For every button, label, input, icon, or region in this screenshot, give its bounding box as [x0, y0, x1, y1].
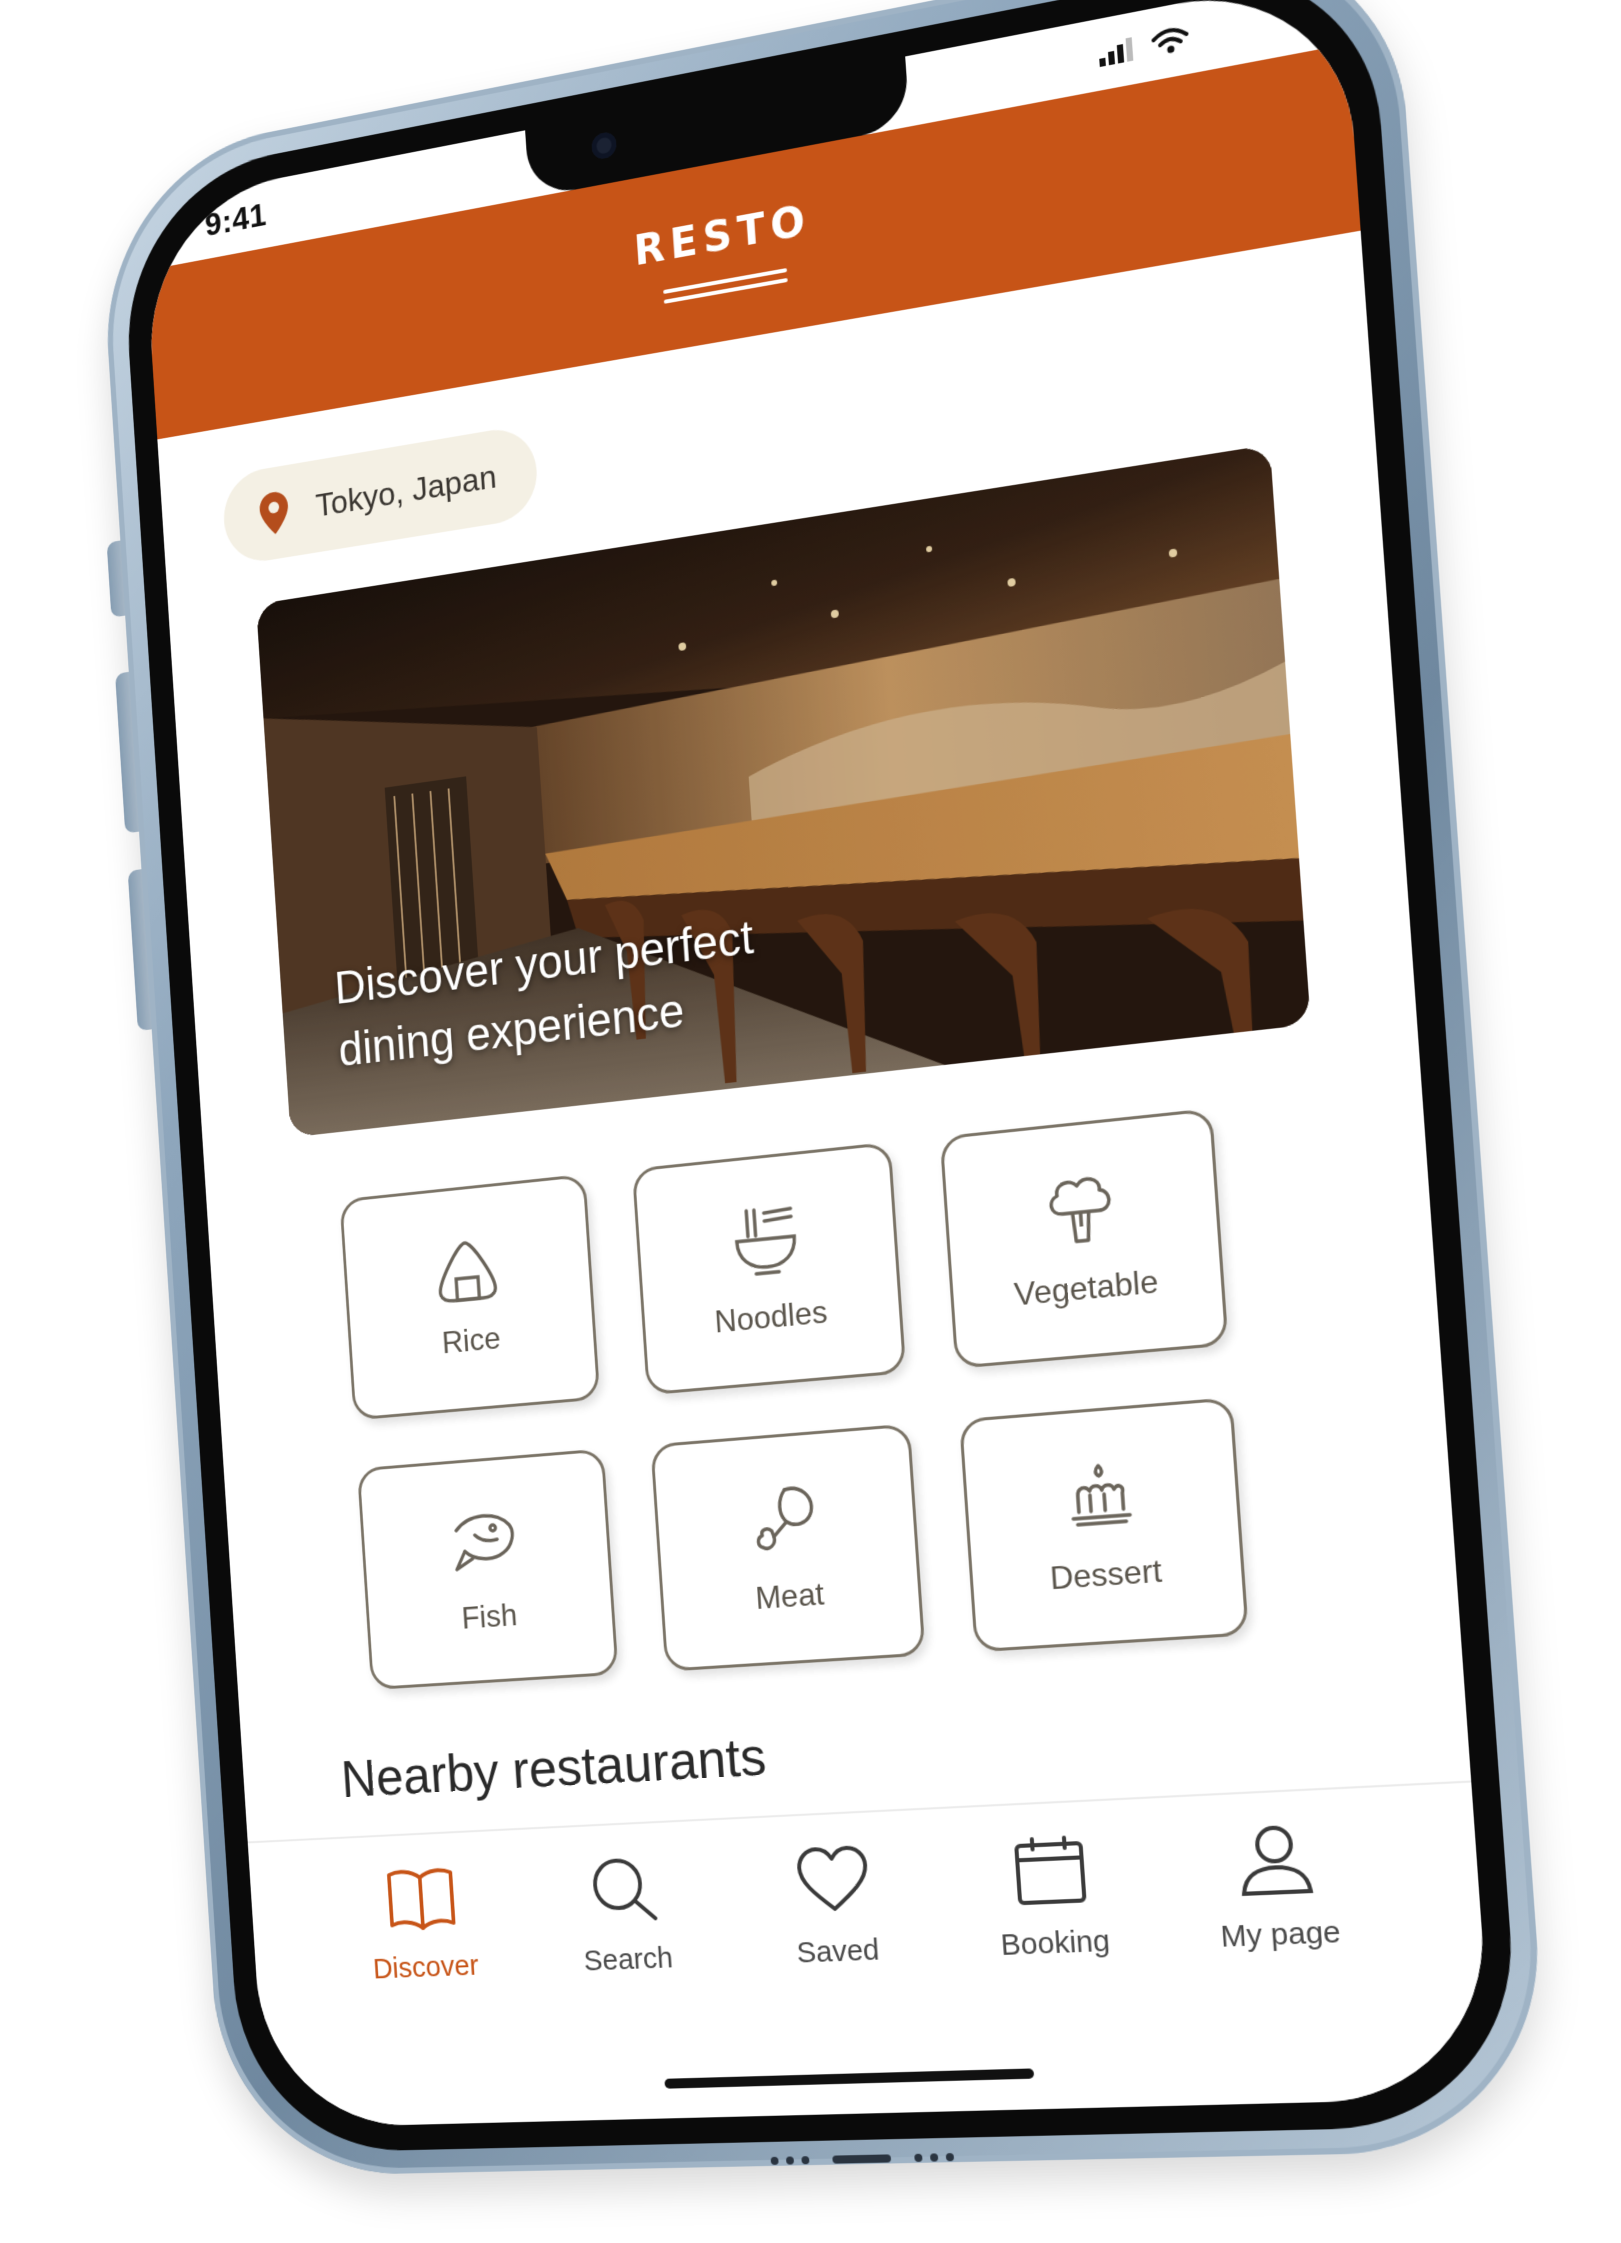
category-label: Meat: [754, 1574, 826, 1616]
search-icon: [586, 1853, 662, 1925]
wifi-icon: [1151, 24, 1190, 54]
tab-label: Discover: [372, 1949, 480, 1986]
category-vegetable[interactable]: Vegetable: [939, 1108, 1229, 1369]
tab-discover[interactable]: Discover: [338, 1860, 518, 2126]
location-pin-icon: [258, 489, 290, 537]
heart-icon: [794, 1843, 872, 1917]
open-book-icon: [383, 1862, 460, 1933]
nearby-restaurants-heading: Nearby restaurants: [339, 1726, 768, 1809]
user-icon: [1233, 1822, 1317, 1898]
rice-ball-icon: [432, 1235, 502, 1303]
phone-mockup: 9:41 RESTO Tokyo, Japan Discover your pe…: [44, 0, 1621, 2226]
location-selector[interactable]: Tokyo, Japan: [221, 423, 540, 567]
category-label: Noodles: [713, 1292, 829, 1340]
status-time: 9:41: [203, 195, 268, 244]
category-label: Rice: [440, 1319, 502, 1360]
hero-banner[interactable]: Discover your perfect dining experience: [256, 444, 1311, 1138]
front-camera: [591, 130, 618, 161]
phone-screen: 9:41 RESTO Tokyo, Japan Discover your pe…: [142, 0, 1494, 2129]
status-icons: [1098, 24, 1190, 68]
calendar-icon: [1010, 1833, 1091, 1908]
category-noodles[interactable]: Noodles: [631, 1141, 907, 1396]
tab-label: Booking: [999, 1924, 1112, 1963]
tab-label: Saved: [795, 1933, 881, 1970]
category-label: Fish: [460, 1596, 519, 1636]
category-rice[interactable]: Rice: [339, 1173, 601, 1421]
tab-booking[interactable]: Booking: [958, 1830, 1158, 2111]
tab-my-page[interactable]: My page: [1180, 1819, 1387, 2105]
location-label: Tokyo, Japan: [314, 457, 498, 524]
category-label: Dessert: [1048, 1551, 1163, 1596]
cake-icon: [1061, 1456, 1139, 1535]
title-underline: [663, 262, 788, 304]
broccoli-icon: [1042, 1169, 1120, 1250]
category-fish[interactable]: Fish: [356, 1448, 619, 1691]
category-grid: Rice Noodles Vegetable Fish Meat Dessert: [339, 1103, 1301, 1691]
category-label: Vegetable: [1012, 1262, 1160, 1313]
category-meat[interactable]: Meat: [650, 1423, 926, 1672]
fish-icon: [449, 1504, 519, 1579]
stage: 9:41 RESTO Tokyo, Japan Discover your pe…: [0, 0, 1621, 2243]
tab-label: Search: [582, 1941, 674, 1978]
signal-icon: [1099, 37, 1134, 68]
category-dessert[interactable]: Dessert: [959, 1397, 1249, 1653]
tab-label: My page: [1219, 1915, 1342, 1954]
noodle-bowl-icon: [729, 1201, 803, 1279]
drumstick-icon: [747, 1481, 821, 1558]
